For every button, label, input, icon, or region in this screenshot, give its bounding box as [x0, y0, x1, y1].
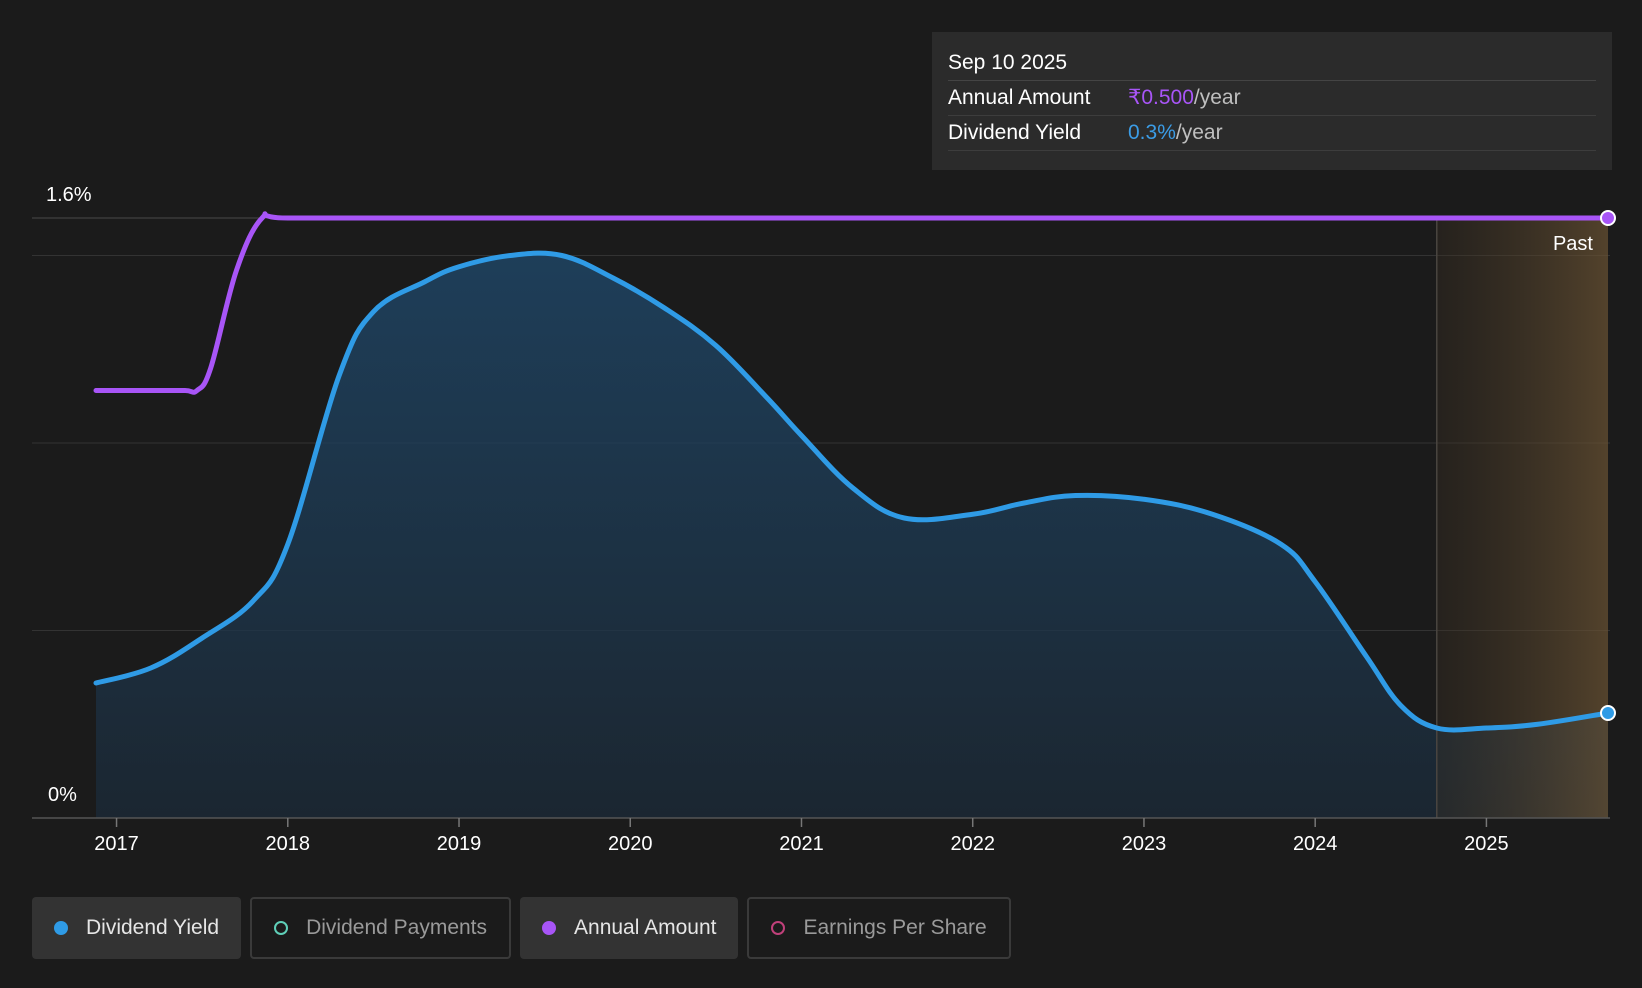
- legend-label: Dividend Yield: [86, 916, 220, 939]
- y-tick-label-top: 1.6%: [46, 184, 92, 206]
- dividend-yield-end-point[interactable]: [1600, 705, 1616, 721]
- x-tick-label: 2025: [1464, 833, 1509, 855]
- x-tick-label: 2021: [779, 833, 824, 855]
- legend-label: Earnings Per Share: [803, 916, 987, 939]
- tooltip-yield-row: Dividend Yield 0.3%/year: [948, 116, 1596, 151]
- tooltip-annual-row: Annual Amount ₹0.500/year: [948, 81, 1596, 116]
- legend-dot-icon: [542, 921, 557, 935]
- tooltip-annual-value: ₹0.500: [1128, 86, 1194, 109]
- dividend-yield-area: [96, 253, 1608, 818]
- annual-amount-line: [93, 211, 1611, 395]
- x-tick-label: 2024: [1293, 833, 1338, 855]
- legend-dividend-payments-button[interactable]: Dividend Payments: [250, 897, 512, 959]
- legend-dividend-yield-button[interactable]: Dividend Yield: [32, 897, 242, 959]
- yield-area: [96, 253, 1608, 818]
- x-tick-label: 2020: [608, 833, 653, 855]
- legend-ring-icon: [771, 921, 786, 935]
- past-label: Past: [1553, 233, 1593, 255]
- x-tick-label: 2019: [437, 833, 482, 855]
- tooltip-annual-label: Annual Amount: [948, 86, 1091, 109]
- legend-label: Dividend Payments: [306, 916, 488, 939]
- x-tick-label: 2023: [1122, 833, 1167, 855]
- legend-dot-icon: [54, 921, 68, 935]
- legend: Dividend Yield Dividend Payments Annual …: [32, 897, 1011, 959]
- x-tick-label: 2022: [950, 833, 995, 855]
- legend-label: Annual Amount: [574, 916, 717, 939]
- y-tick-label-bottom: 0%: [48, 784, 77, 806]
- tooltip-yield-label: Dividend Yield: [948, 121, 1082, 144]
- x-tick-label: 2018: [266, 833, 311, 855]
- x-tick-label: 2017: [94, 833, 139, 855]
- tooltip-annual-unit: /year: [1193, 86, 1241, 109]
- tooltip-yield-unit: /year: [1175, 121, 1223, 144]
- tooltip: Sep 10 2025 Annual Amount ₹0.500/year Di…: [932, 32, 1612, 170]
- legend-ring-icon: [274, 921, 289, 935]
- tooltip-date: Sep 10 2025: [948, 46, 1596, 81]
- annual-amount-end-point[interactable]: [1600, 210, 1616, 226]
- legend-annual-amount-button[interactable]: Annual Amount: [520, 897, 739, 959]
- tooltip-yield-value: 0.3%: [1128, 121, 1176, 144]
- legend-earnings-per-share-button[interactable]: Earnings Per Share: [747, 897, 1011, 959]
- x-axis: 2017 2018 2019 2020 2021 2022 2023 2024 2025: [32, 817, 1610, 855]
